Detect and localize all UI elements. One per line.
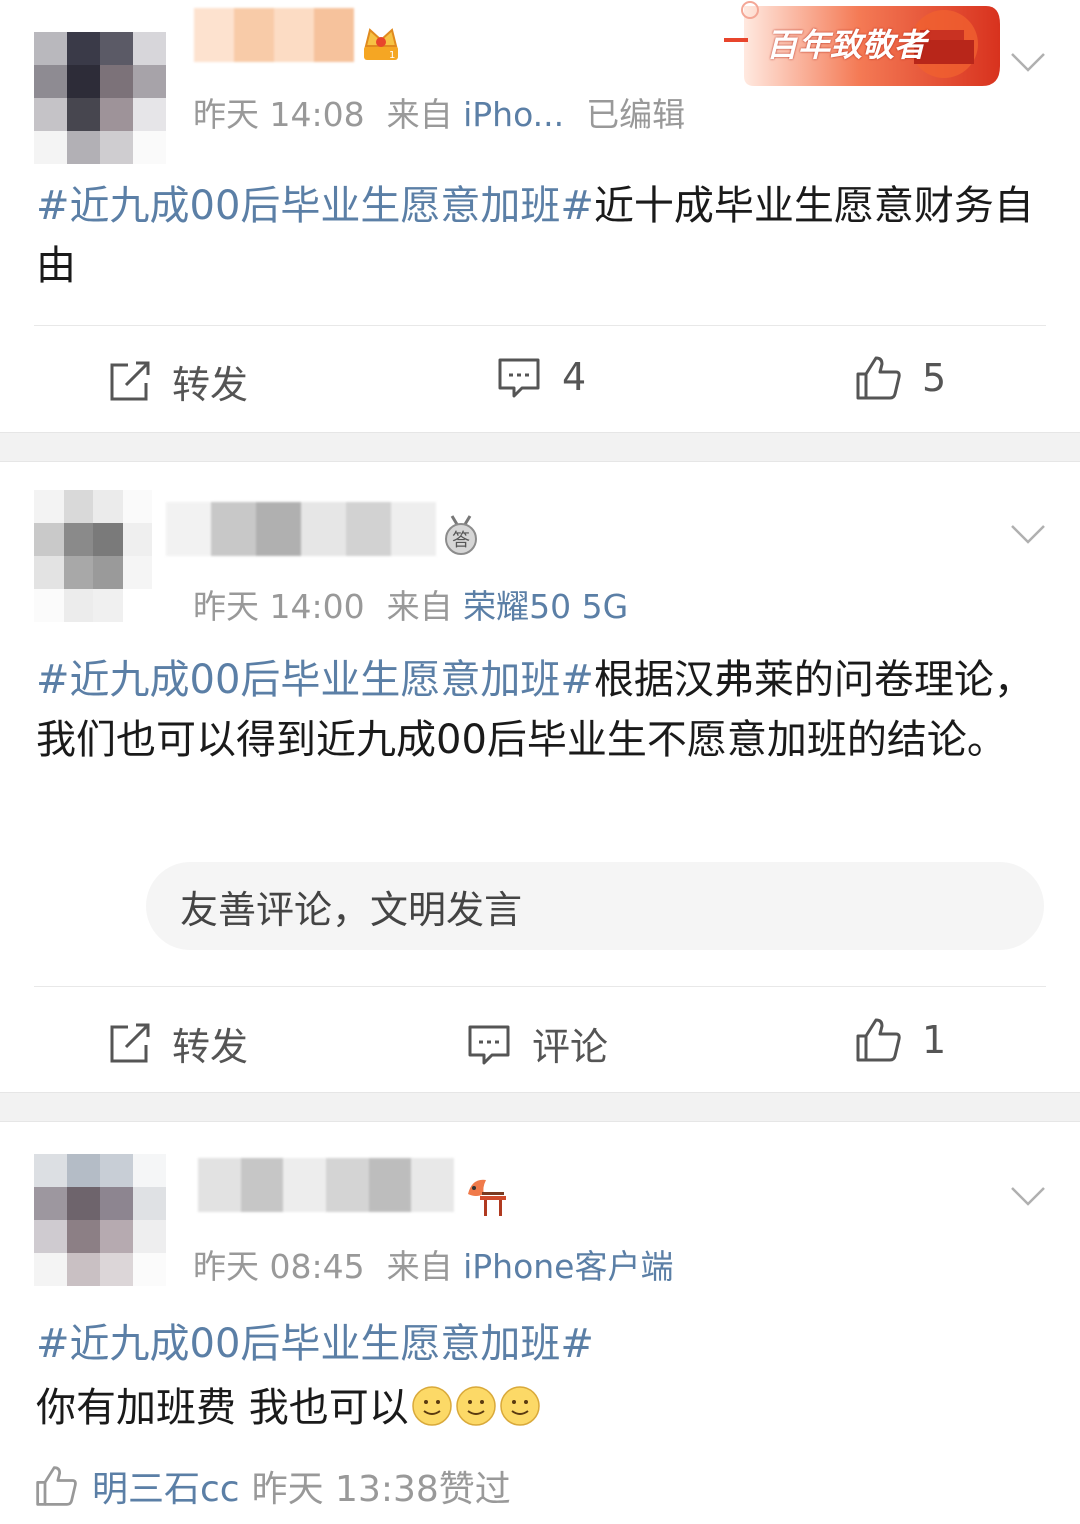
avatar[interactable]: [34, 32, 166, 164]
smiley-emoji: [411, 1386, 452, 1426]
post-time: 昨天 14:08: [193, 95, 365, 134]
post-meta: 昨天 14:00 来自 荣耀50 5G: [193, 580, 628, 628]
repost-icon: [110, 1023, 150, 1062]
topic-link[interactable]: #近九成00后毕业生愿意加班#: [36, 657, 594, 703]
comment-icon: [498, 358, 540, 398]
edited-label: 已编辑: [586, 95, 686, 134]
liked-by-row: 明三石cc 昨天 13:38 赞过: [34, 1460, 511, 1512]
avatar[interactable]: [34, 490, 152, 622]
answer-medal-icon: 答: [445, 515, 477, 555]
repost-label: 转发: [172, 1025, 249, 1069]
chevron-down-icon[interactable]: [1008, 42, 1048, 82]
post-body: #近九成00后毕业生愿意加班#近十成毕业生愿意财务自由: [36, 176, 1046, 296]
crown-icon: 1: [364, 28, 398, 61]
comment-button[interactable]: 4: [496, 354, 586, 400]
post-body: #近九成00后毕业生愿意加班# 你有加班费 我也可以: [36, 1312, 1046, 1440]
username-blurred[interactable]: [198, 1158, 454, 1212]
post-card-2[interactable]: 答 昨天 14:00 来自 荣耀50 5G #近九成00后毕业生愿意加班#根据汉弗…: [0, 462, 1080, 1092]
repost-label: 转发: [172, 363, 249, 407]
post-source[interactable]: iPho...: [463, 95, 564, 134]
thumbs-up-icon: [856, 1018, 901, 1062]
post-text: 你有加班费 我也可以: [36, 1385, 409, 1431]
repost-icon: [110, 361, 150, 400]
post-meta: 昨天 14:08 来自 iPho... 已编辑: [193, 88, 685, 136]
source-prefix: 来自: [386, 95, 453, 134]
comment-label: 评论: [532, 1025, 609, 1069]
koi-gate-icon: [468, 1179, 506, 1216]
source-prefix: 来自: [386, 587, 453, 626]
comment-icon: [468, 1025, 510, 1064]
post-time: 昨天 14:00: [193, 587, 365, 626]
source-prefix: 来自: [386, 1247, 453, 1286]
smiley-emoji: [455, 1386, 496, 1426]
post-card-1[interactable]: 1 百年致敬者 昨天 14:08 来自 iPho... 已编辑 #近九成00后毕业生…: [0, 0, 1080, 432]
like-count: 1: [922, 1018, 947, 1062]
comment-count: 4: [562, 355, 587, 399]
divider: [34, 325, 1046, 326]
like-count: 5: [922, 356, 947, 400]
post-body: #近九成00后毕业生愿意加班#根据汉弗莱的问卷理论，我们也可以得到近九成00后毕…: [36, 650, 1046, 770]
chevron-down-icon[interactable]: [1008, 514, 1048, 554]
topic-link[interactable]: #近九成00后毕业生愿意加班#: [36, 1312, 1046, 1376]
post-separator: [0, 1092, 1080, 1122]
avatar[interactable]: [34, 1154, 166, 1286]
liker-name[interactable]: 明三石cc: [92, 1460, 240, 1512]
topic-link[interactable]: #近九成00后毕业生愿意加班#: [36, 183, 594, 229]
like-button[interactable]: 1: [854, 1016, 946, 1064]
post-time: 昨天 08:45: [193, 1247, 365, 1286]
post-separator: [0, 432, 1080, 462]
answer-badge-text: 答: [452, 530, 470, 551]
liked-time: 昨天 13:38: [251, 1469, 439, 1510]
liked-suffix: 赞过: [438, 1469, 511, 1510]
thumbs-up-icon: [856, 356, 901, 400]
comment-button[interactable]: 评论: [466, 1016, 608, 1071]
post-meta: 昨天 08:45 来自 iPhone客户端: [193, 1240, 674, 1288]
svg-text:1: 1: [389, 50, 395, 61]
thumbs-up-icon: [36, 1466, 77, 1506]
repost-button[interactable]: 转发: [106, 354, 248, 409]
comment-input[interactable]: 友善评论，文明发言: [146, 862, 1044, 950]
post-source[interactable]: 荣耀50 5G: [463, 587, 628, 626]
username-blurred[interactable]: [194, 8, 354, 62]
chevron-down-icon[interactable]: [1008, 1176, 1048, 1216]
divider: [34, 986, 1046, 987]
username-blurred[interactable]: [166, 502, 436, 556]
banner-text: 百年致敬者: [766, 26, 927, 64]
post-source[interactable]: iPhone客户端: [463, 1247, 673, 1286]
smiley-emoji: [499, 1386, 540, 1426]
repost-button[interactable]: 转发: [106, 1016, 248, 1071]
like-button[interactable]: 5: [854, 354, 946, 402]
